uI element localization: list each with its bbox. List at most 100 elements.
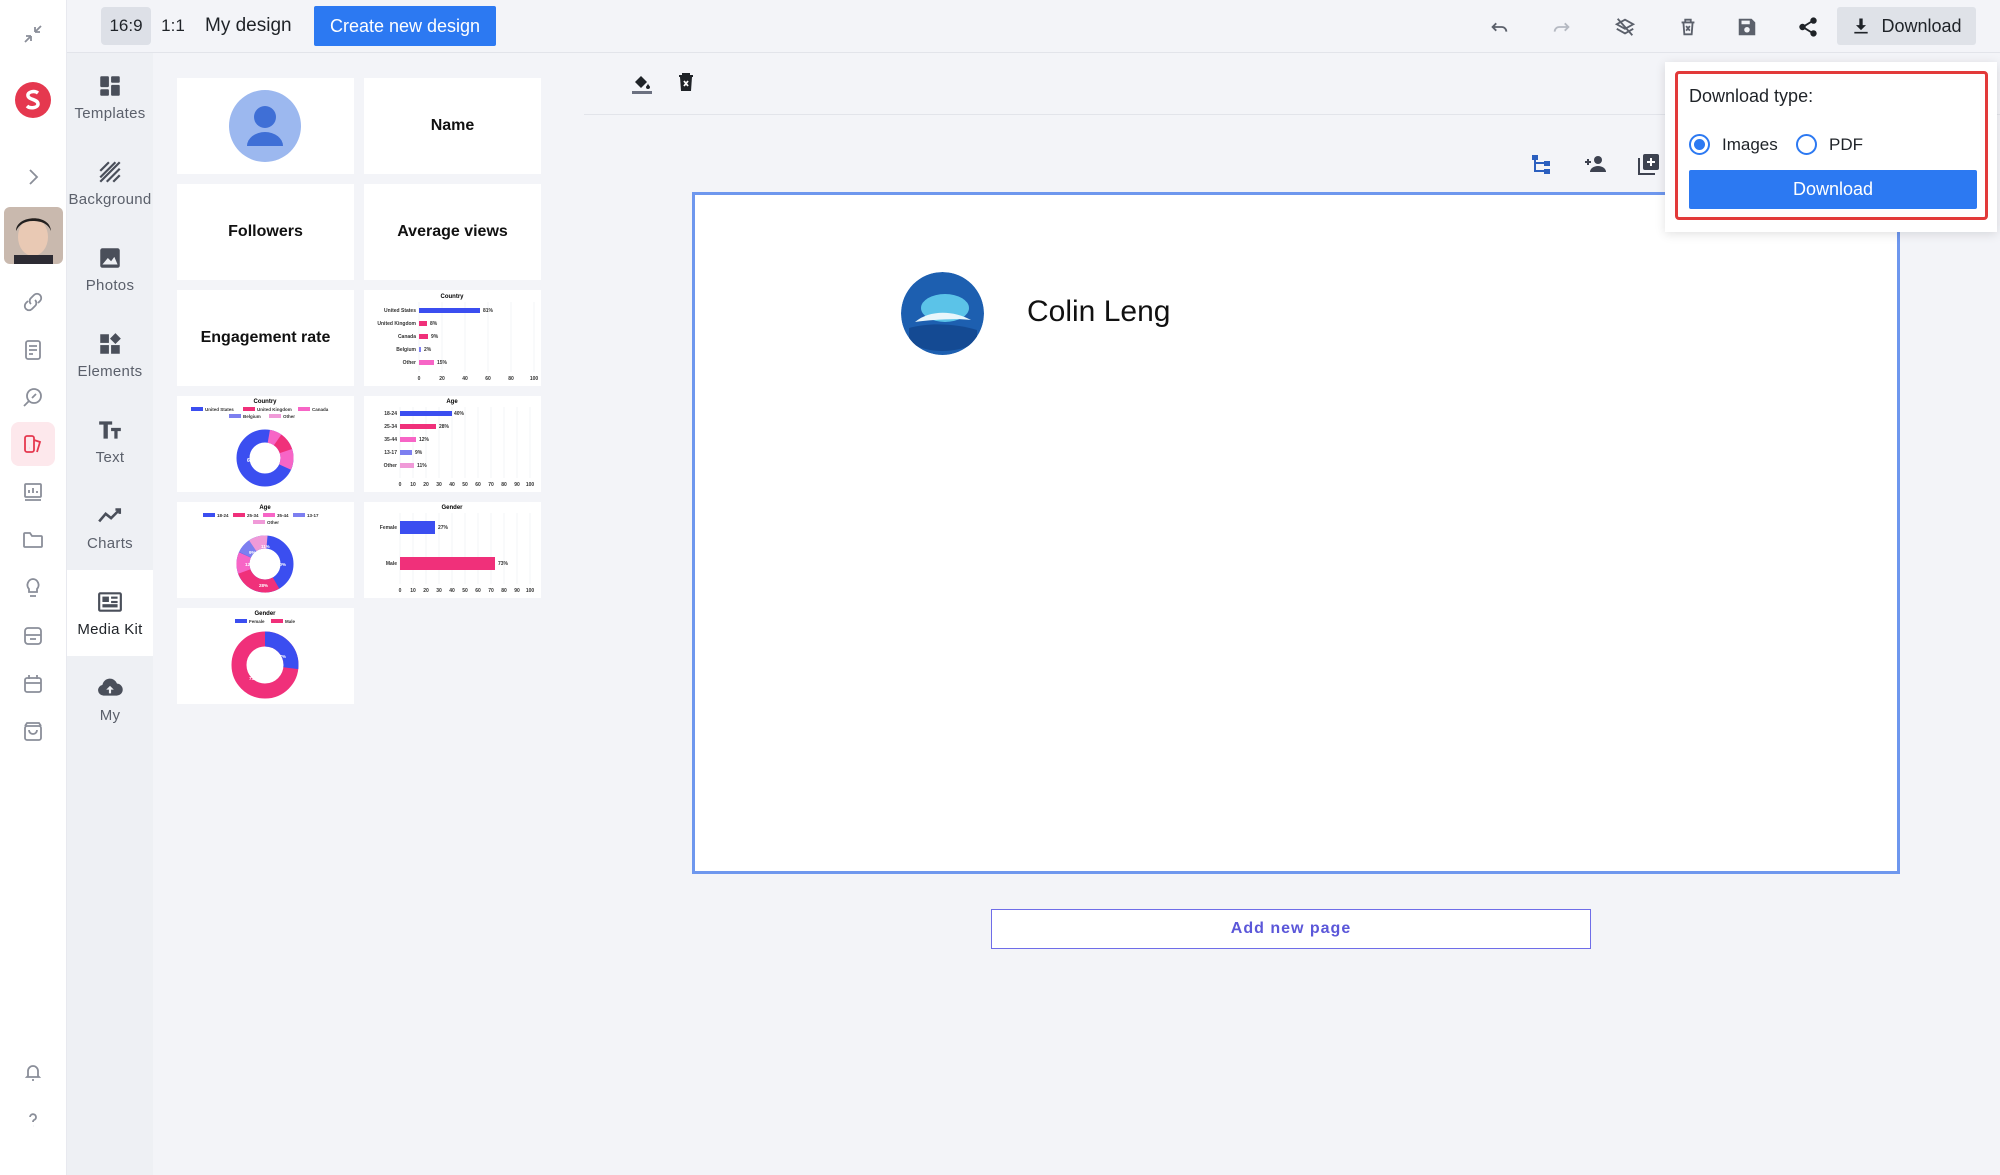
- average-views-element-tile[interactable]: Average views: [364, 184, 541, 280]
- category-elements[interactable]: Elements: [67, 312, 153, 398]
- images-radio-indicator[interactable]: [1689, 134, 1710, 155]
- country-bar-chart-tile[interactable]: Country United States 81% United Kingdom 8…: [364, 290, 541, 386]
- followers-element-tile[interactable]: Followers: [177, 184, 354, 280]
- svg-text:8%: 8%: [430, 321, 438, 327]
- undo-icon[interactable]: [1482, 10, 1516, 44]
- download-button[interactable]: Download: [1837, 7, 1976, 45]
- redo-icon[interactable]: [1545, 10, 1579, 44]
- add-page-icon[interactable]: [1632, 147, 1666, 181]
- svg-text:9%: 9%: [415, 450, 423, 456]
- svg-text:40: 40: [449, 482, 455, 488]
- ratio-1-1-button[interactable]: 1:1: [159, 7, 187, 45]
- svg-text:0: 0: [399, 482, 402, 488]
- svg-text:50: 50: [462, 482, 468, 488]
- charts-icon: [98, 507, 122, 522]
- add-new-page-button[interactable]: Add new page: [991, 909, 1591, 949]
- shop-icon[interactable]: [11, 710, 55, 754]
- document-icon[interactable]: [11, 328, 55, 372]
- country-donut-chart-tile[interactable]: Country United States United Kingdom Can…: [177, 396, 354, 492]
- elements-icon: [100, 332, 121, 354]
- name-element-tile[interactable]: Name: [364, 78, 541, 174]
- folder-icon[interactable]: [11, 518, 55, 562]
- delete-icon[interactable]: [1671, 10, 1705, 44]
- category-photos[interactable]: Photos: [67, 226, 153, 312]
- add-person-icon[interactable]: [1578, 147, 1612, 181]
- download-type-label: Download type:: [1689, 86, 1814, 106]
- svg-text:13-17: 13-17: [307, 513, 319, 518]
- svg-text:30: 30: [436, 588, 442, 594]
- calendar-icon[interactable]: [11, 662, 55, 706]
- pdf-radio-indicator[interactable]: [1796, 134, 1817, 155]
- svg-text:81%: 81%: [483, 308, 494, 314]
- create-new-design-button[interactable]: Create new design: [314, 6, 496, 46]
- user-avatar[interactable]: [4, 207, 63, 264]
- gender-donut-chart-tile[interactable]: Gender Female Male 27% 73%: [177, 608, 354, 704]
- help-icon[interactable]: [11, 1098, 55, 1142]
- svg-text:60: 60: [475, 482, 481, 488]
- svg-text:25-34: 25-34: [384, 424, 397, 430]
- analytics-icon[interactable]: [11, 470, 55, 514]
- gender-bar-chart-tile[interactable]: Gender Female 27% Male 73% 0 10 20 30 40 50 60 70…: [364, 502, 541, 598]
- svg-text:27%: 27%: [438, 525, 449, 531]
- share-icon[interactable]: [1791, 10, 1825, 44]
- svg-text:50: 50: [462, 588, 468, 594]
- bell-icon[interactable]: [11, 1050, 55, 1094]
- category-media-kit[interactable]: Media Kit: [67, 570, 153, 656]
- design-canvas[interactable]: Colin Leng: [692, 192, 1900, 874]
- svg-text:20: 20: [423, 588, 429, 594]
- svg-text:70: 70: [488, 588, 494, 594]
- svg-text:10: 10: [410, 482, 416, 488]
- archive-icon[interactable]: [11, 614, 55, 658]
- explore-icon[interactable]: [11, 375, 55, 419]
- svg-text:10: 10: [410, 588, 416, 594]
- svg-text:Male: Male: [285, 619, 296, 624]
- expand-chevron-icon[interactable]: [11, 155, 55, 199]
- hierarchy-icon[interactable]: [1525, 147, 1559, 181]
- profile-logo[interactable]: [901, 272, 984, 355]
- app-logo[interactable]: [11, 78, 55, 122]
- category-my[interactable]: My: [67, 656, 153, 742]
- pdf-radio[interactable]: PDF: [1796, 134, 1863, 155]
- svg-text:73%: 73%: [498, 561, 509, 567]
- svg-text:15%: 15%: [437, 360, 448, 366]
- category-background[interactable]: Background: [67, 140, 153, 226]
- idea-icon[interactable]: [11, 566, 55, 610]
- category-templates[interactable]: Templates: [67, 54, 153, 140]
- fill-color-icon[interactable]: [627, 67, 657, 97]
- svg-text:2%: 2%: [424, 347, 432, 353]
- svg-text:100: 100: [530, 376, 539, 382]
- category-text[interactable]: Text: [67, 398, 153, 484]
- layers-off-icon[interactable]: [1608, 10, 1642, 44]
- svg-text:100: 100: [526, 588, 535, 594]
- svg-text:35-44: 35-44: [277, 513, 289, 518]
- download-confirm-button[interactable]: Download: [1689, 170, 1977, 209]
- svg-text:United States: United States: [205, 407, 234, 412]
- delete-element-icon[interactable]: [671, 67, 701, 97]
- age-donut-chart-tile[interactable]: Age 18-24 25-34 35-44 13-17 Other 40% 28%…: [177, 502, 354, 598]
- my-design-link[interactable]: My design: [205, 7, 292, 45]
- svg-text:Other: Other: [283, 414, 295, 419]
- ratio-16-9-button[interactable]: 16:9: [101, 7, 151, 45]
- svg-text:United Kingdom: United Kingdom: [257, 407, 292, 412]
- svg-text:Country: Country: [441, 294, 465, 300]
- svg-text:20: 20: [423, 482, 429, 488]
- link-icon[interactable]: [11, 280, 55, 324]
- svg-text:100: 100: [526, 482, 535, 488]
- save-icon[interactable]: [1730, 10, 1764, 44]
- profile-name[interactable]: Colin Leng: [1027, 295, 1170, 329]
- svg-text:Other: Other: [403, 360, 416, 366]
- collapse-icon[interactable]: [11, 12, 55, 56]
- engagement-rate-element-tile[interactable]: Engagement rate: [177, 290, 354, 386]
- age-bar-chart-tile[interactable]: Age 18-24 40% 25-34 28% 35-44 12% 13-17 9% O…: [364, 396, 541, 492]
- svg-text:Other: Other: [384, 463, 397, 469]
- svg-text:0: 0: [418, 376, 421, 382]
- svg-text:40%: 40%: [454, 411, 465, 417]
- avatar-placeholder-icon: [229, 90, 301, 162]
- svg-text:Age: Age: [446, 399, 458, 405]
- svg-text:20: 20: [439, 376, 445, 382]
- images-radio[interactable]: Images: [1689, 134, 1778, 155]
- avatar-element-tile[interactable]: [177, 78, 354, 174]
- download-dropdown: Download type: Images PDF Download: [1665, 62, 1997, 232]
- category-charts[interactable]: Charts: [67, 484, 153, 570]
- design-icon[interactable]: [11, 422, 55, 466]
